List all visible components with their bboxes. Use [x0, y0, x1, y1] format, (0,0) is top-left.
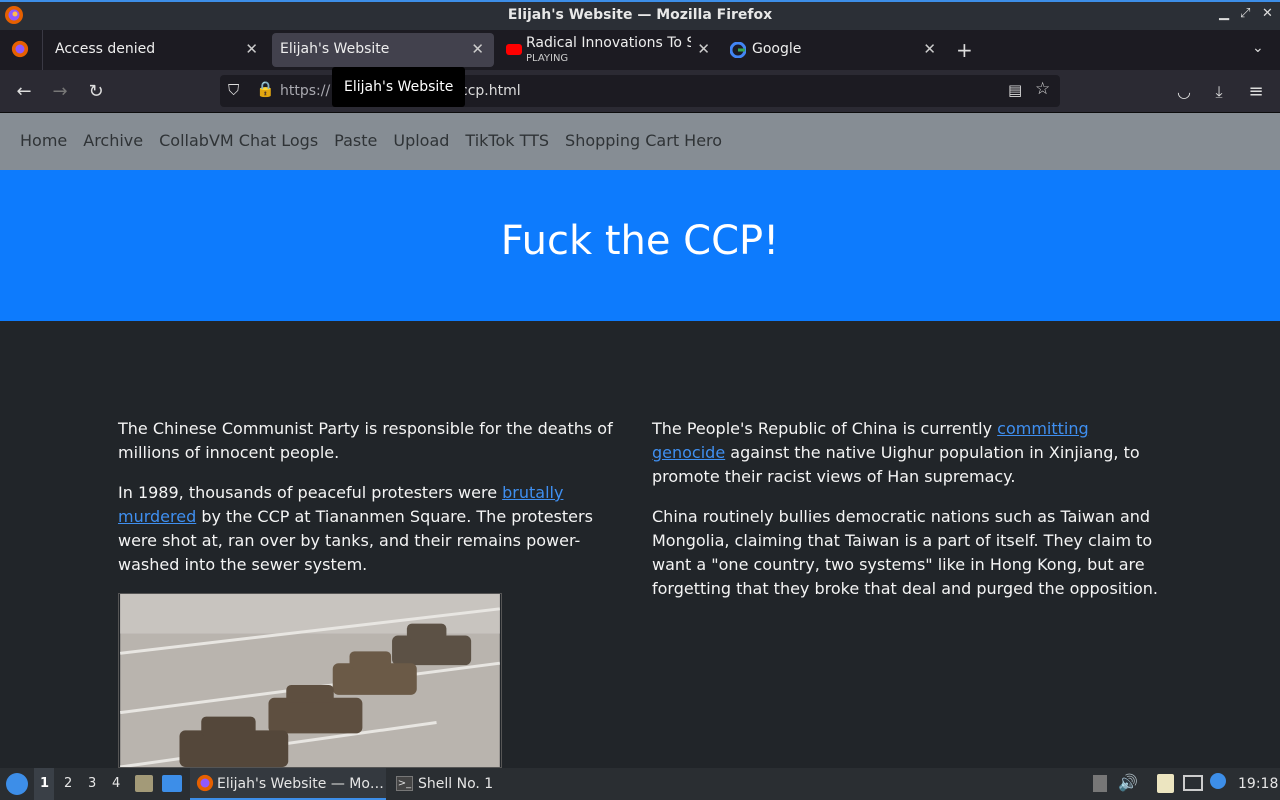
paragraph: The Chinese Communist Party is responsib…: [118, 417, 618, 465]
youtube-icon: [506, 44, 522, 55]
desktop-icon[interactable]: [162, 775, 182, 792]
nav-link-archive[interactable]: Archive: [83, 131, 143, 150]
close-tab-icon[interactable]: ✕: [471, 40, 484, 58]
nav-link-shopping-cart-hero[interactable]: Shopping Cart Hero: [565, 131, 722, 150]
close-window-icon[interactable]: ✕: [1262, 6, 1273, 21]
page-title: Fuck the CCP!: [500, 218, 780, 264]
tab-label: Radical Innovations To Si: [526, 35, 691, 51]
network-icon[interactable]: [1183, 775, 1203, 791]
menu-icon[interactable]: ≡: [1244, 80, 1268, 104]
maximize-icon[interactable]: ⤢: [1240, 6, 1250, 21]
shield-icon[interactable]: ⛉: [228, 81, 239, 99]
taskbar-shell[interactable]: >_ Shell No. 1: [392, 768, 502, 800]
workspace-4[interactable]: 4: [112, 776, 120, 791]
close-tab-icon[interactable]: ✕: [923, 40, 936, 58]
taskbar: 1 2 3 4 Elijah's Website — Mo… >_ Shell …: [0, 768, 1280, 800]
paragraph-text: against the native Uighur population in …: [652, 443, 1140, 486]
taskbar-firefox-label: Elijah's Website — Mo…: [217, 776, 384, 792]
firefox-icon: [196, 774, 214, 792]
forward-icon[interactable]: →: [48, 80, 72, 104]
downloads-icon[interactable]: ⤓: [1207, 80, 1231, 104]
tray-arrow-icon[interactable]: [1093, 775, 1107, 792]
list-all-tabs-icon[interactable]: ⌄: [1252, 40, 1264, 56]
left-column: The Chinese Communist Party is responsib…: [118, 417, 618, 593]
paragraph-text: China routinely bullies democratic natio…: [652, 507, 1158, 598]
nav-link-paste[interactable]: Paste: [334, 131, 377, 150]
volume-icon[interactable]: 🔊: [1118, 773, 1138, 792]
close-tab-icon[interactable]: ✕: [245, 40, 258, 58]
clipboard-icon[interactable]: [1157, 774, 1174, 793]
workspace-1[interactable]: 1: [40, 776, 49, 791]
firefox-view-icon[interactable]: [11, 40, 29, 58]
close-tab-icon[interactable]: ✕: [697, 40, 710, 58]
nav-link-tiktok-tts[interactable]: TikTok TTS: [465, 131, 549, 150]
paragraph-text: The Chinese Communist Party is responsib…: [118, 419, 613, 462]
nav-link-upload[interactable]: Upload: [393, 131, 449, 150]
tank-man-photo: [118, 593, 502, 768]
workspace-2[interactable]: 2: [64, 776, 72, 791]
paragraph: In 1989, thousands of peaceful protester…: [118, 481, 618, 577]
minimize-icon[interactable]: ▁: [1219, 6, 1229, 21]
tab-label: Elijah's Website: [280, 41, 390, 57]
navigation-bar: ← → ↻ ⛉ 🔒 https:// ccp.html ▤ ☆ ◡ ⤓ ≡: [0, 70, 1280, 113]
tab-label: Access denied: [55, 41, 156, 57]
paragraph-text: In 1989, thousands of peaceful protester…: [118, 483, 503, 502]
nav-link-collabvm-chat-logs[interactable]: CollabVM Chat Logs: [159, 131, 318, 150]
main-content: The Chinese Communist Party is responsib…: [0, 321, 1280, 768]
site-navbar: Home Archive CollabVM Chat Logs Paste Up…: [0, 113, 1280, 170]
paragraph: The People's Republic of China is curren…: [652, 417, 1164, 489]
back-icon[interactable]: ←: [12, 80, 36, 104]
file-manager-icon[interactable]: [135, 775, 153, 792]
terminal-icon: >_: [396, 776, 413, 791]
notification-icon[interactable]: [1210, 773, 1226, 789]
paragraph: China routinely bullies democratic natio…: [652, 505, 1164, 601]
tab-label: Google: [752, 41, 802, 57]
clock[interactable]: 19:18: [1238, 776, 1278, 792]
google-icon: [730, 42, 746, 58]
pocket-icon[interactable]: ◡: [1172, 80, 1196, 104]
taskbar-firefox[interactable]: Elijah's Website — Mo…: [190, 768, 386, 800]
lock-icon[interactable]: 🔒: [256, 80, 275, 98]
tab-playing-label: PLAYING: [526, 53, 569, 64]
new-tab-icon[interactable]: +: [956, 38, 973, 62]
workspace-3[interactable]: 3: [88, 776, 96, 791]
reload-icon[interactable]: ↻: [84, 80, 108, 104]
tab-radical-innovations[interactable]: Radical Innovations To Si PLAYING ✕: [498, 33, 720, 67]
paragraph-text: The People's Republic of China is curren…: [652, 419, 998, 438]
nav-link-home[interactable]: Home: [20, 131, 67, 150]
url-path: ccp.html: [460, 83, 521, 99]
window-titlebar[interactable]: Elijah's Website — Mozilla Firefox ▁ ⤢ ✕: [0, 0, 1280, 30]
tab-access-denied[interactable]: Access denied ✕: [43, 33, 268, 67]
bookmark-star-icon[interactable]: ☆: [1035, 79, 1050, 99]
url-prefix: https://: [280, 83, 331, 99]
right-column: The People's Republic of China is curren…: [652, 417, 1164, 617]
tab-tooltip: Elijah's Website: [332, 67, 466, 107]
taskbar-shell-label: Shell No. 1: [418, 776, 494, 792]
tab-strip: Access denied ✕ Elijah's Website ✕ Radic…: [0, 30, 1280, 70]
reader-view-icon[interactable]: ▤: [1008, 81, 1022, 99]
tab-google[interactable]: Google ✕: [724, 33, 946, 67]
app-launcher-icon[interactable]: [6, 773, 28, 795]
tab-elijahs-website[interactable]: Elijah's Website ✕: [272, 33, 494, 67]
window-title: Elijah's Website — Mozilla Firefox: [507, 7, 773, 23]
hero-banner: Fuck the CCP!: [0, 170, 1280, 321]
